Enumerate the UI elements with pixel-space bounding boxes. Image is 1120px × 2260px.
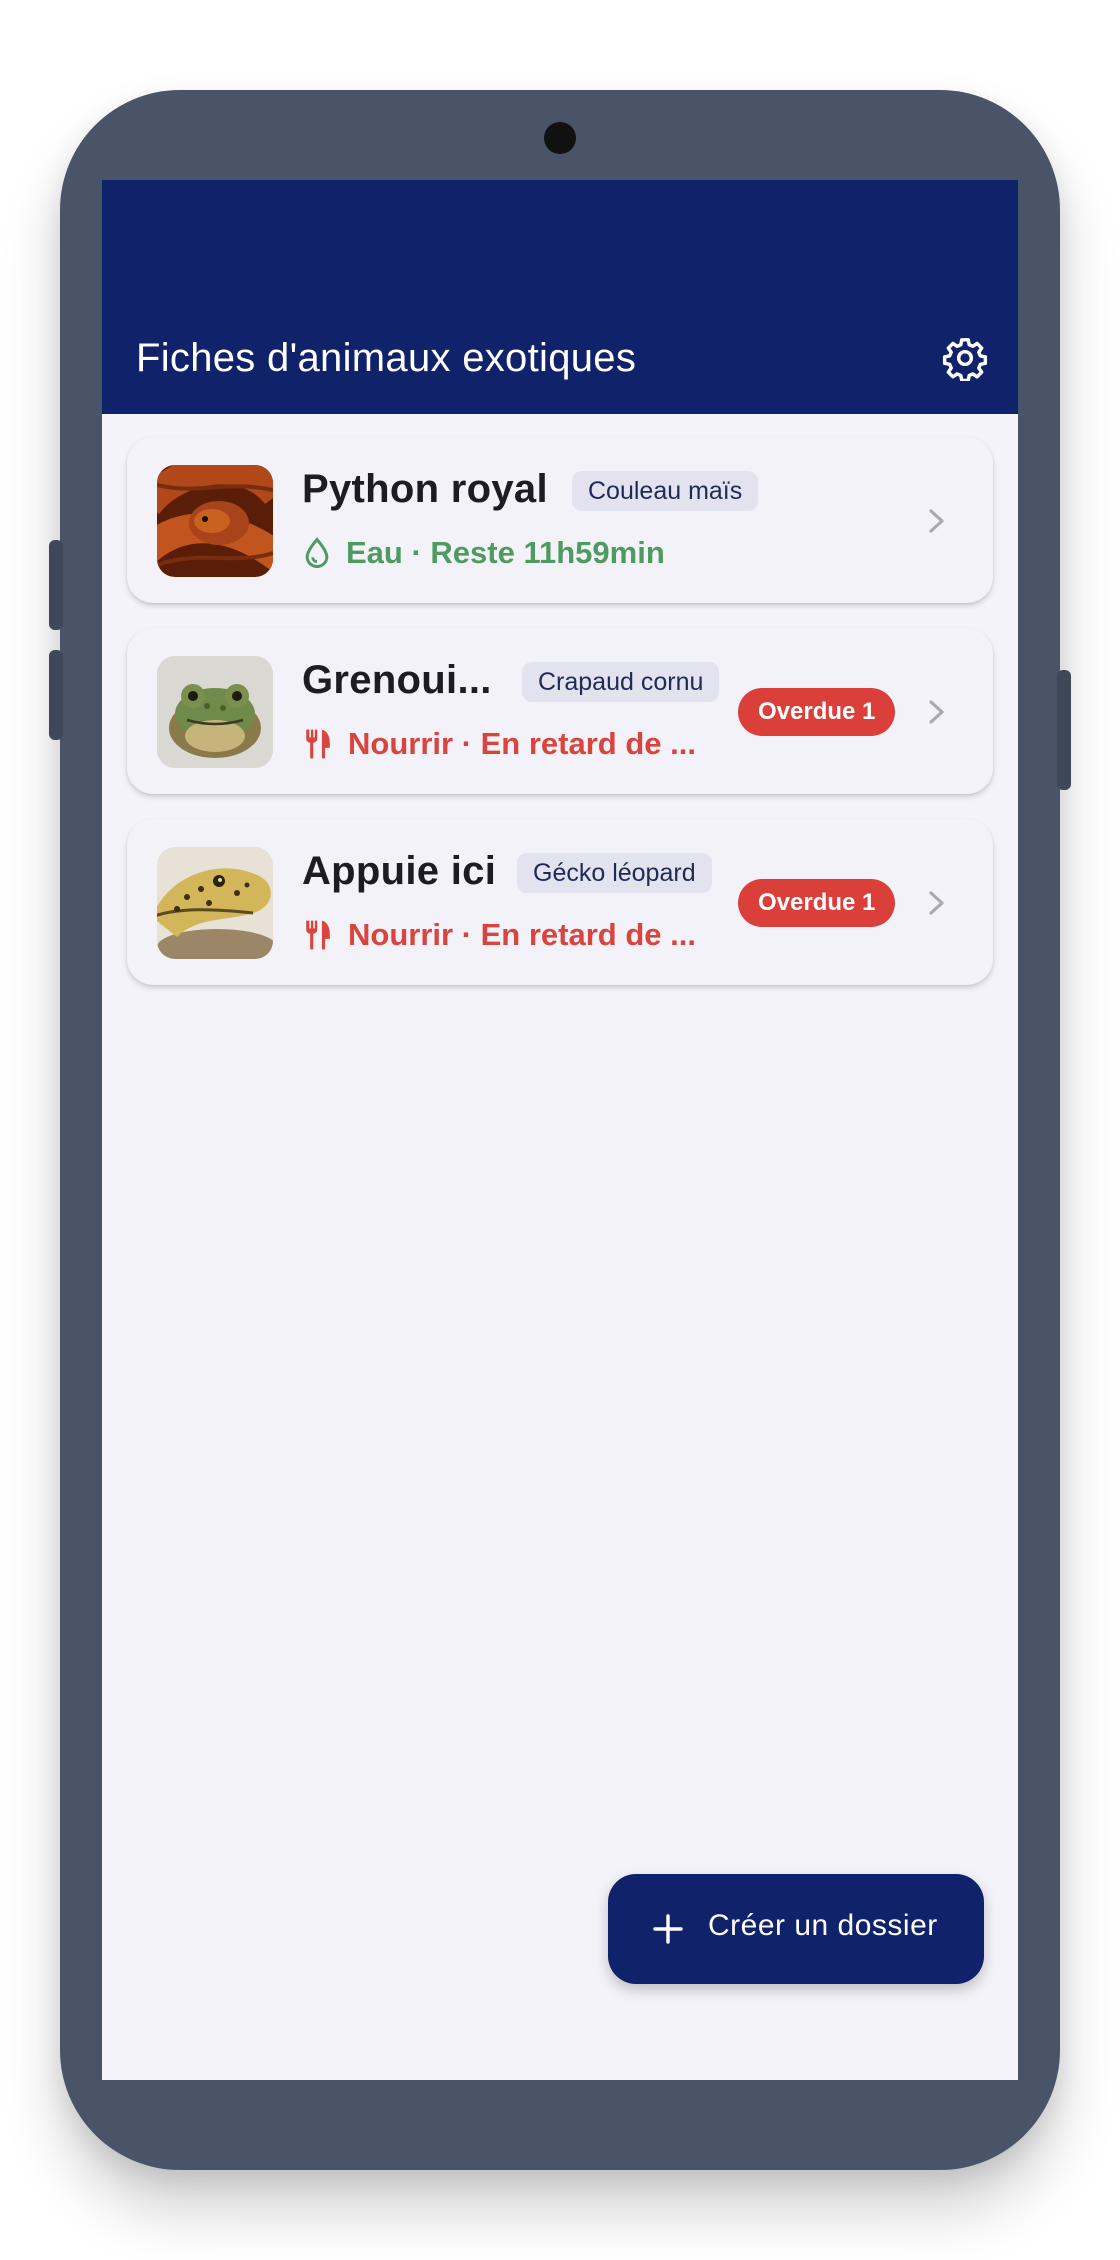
care-status-text: Eau · Reste 11h59min: [346, 535, 665, 570]
power-button: [1057, 670, 1071, 790]
overdue-badge: Overdue 1: [738, 879, 896, 927]
fork-knife-icon: [306, 920, 330, 950]
overdue-badge: Overdue 1: [738, 688, 896, 736]
create-record-label: Créer un dossier: [708, 1909, 938, 1942]
gear-icon: [942, 338, 988, 383]
chevron-right-icon: [929, 700, 944, 724]
species-tag: Gécko léopard: [517, 853, 712, 893]
animal-name: Python royal: [302, 467, 548, 511]
care-status: Eau · Reste 11h59min: [302, 533, 665, 573]
chevron-right-icon: [929, 891, 944, 915]
care-status-text: Nourrir · En retard de ...: [348, 917, 696, 952]
volume-down-button: [49, 650, 63, 740]
page-title: Fiches d'animaux exotiques: [136, 336, 637, 380]
animal-name: Appuie ici: [302, 849, 497, 893]
animal-card-frog[interactable]: Grenoui... Crapaud cornu Nourrir · En re…: [127, 628, 993, 794]
create-record-button[interactable]: Créer un dossier: [608, 1874, 984, 1984]
fork-knife-icon: [306, 729, 330, 759]
animal-photo-frog: [157, 656, 273, 768]
plus-icon: [653, 1914, 683, 1944]
animal-card-python[interactable]: Python royal Couleau maïs Eau · Reste 11…: [127, 437, 993, 603]
app-screen: Fiches d'animaux exotiques Python royal …: [102, 180, 1018, 2080]
front-camera: [544, 122, 576, 154]
animal-photo-gecko: [157, 847, 273, 959]
care-status: Nourrir · En retard de ...: [302, 915, 696, 955]
animal-card-gecko[interactable]: Appuie ici Gécko léopard Nourrir · En re…: [127, 819, 993, 985]
animal-photo-snake: [157, 465, 273, 577]
settings-button[interactable]: [942, 335, 988, 383]
species-tag: Crapaud cornu: [522, 662, 720, 702]
care-status: Nourrir · En retard de ...: [302, 724, 696, 764]
water-drop-icon: [305, 537, 329, 569]
animal-name: Grenoui...: [302, 658, 492, 702]
care-status-text: Nourrir · En retard de ...: [348, 726, 696, 761]
volume-up-button: [49, 540, 63, 630]
chevron-right-icon: [929, 509, 944, 533]
app-bar: Fiches d'animaux exotiques: [102, 180, 1018, 414]
species-tag: Couleau maïs: [572, 471, 759, 511]
